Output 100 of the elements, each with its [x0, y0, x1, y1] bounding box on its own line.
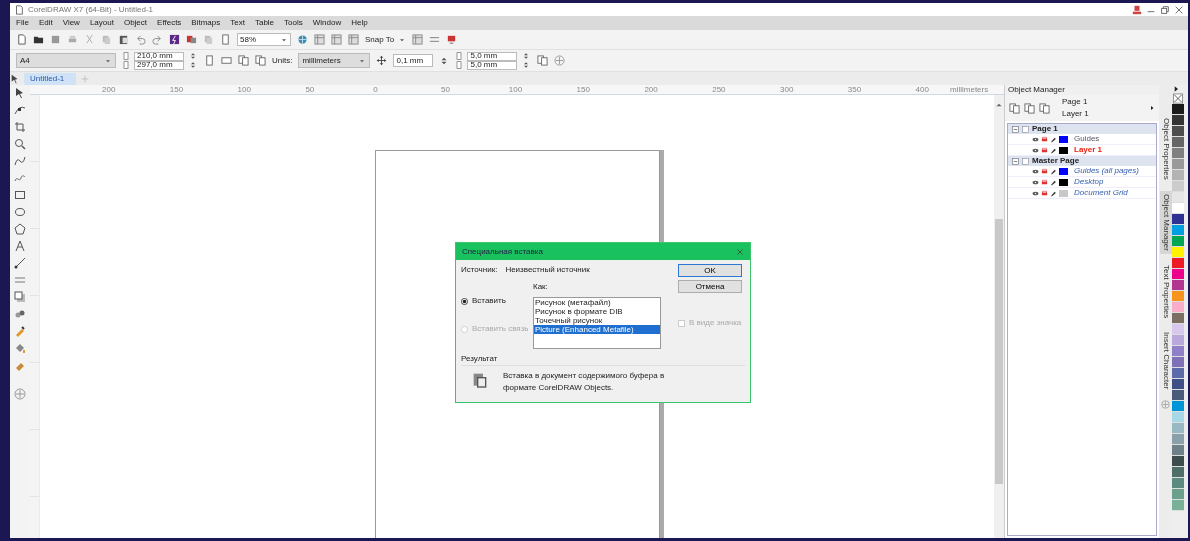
color-swatch[interactable]	[1172, 324, 1184, 335]
color-swatch[interactable]	[1172, 390, 1184, 401]
color-swatch[interactable]	[1172, 104, 1184, 115]
layer-label[interactable]: Guides	[1074, 133, 1100, 145]
color-swatch[interactable]	[1172, 500, 1184, 511]
color-swatch[interactable]	[1172, 126, 1184, 137]
list-item[interactable]: Рисунок (метафайл)	[534, 298, 660, 307]
duplicate-x-field[interactable]: 5,0 mm	[467, 51, 518, 61]
color-swatch[interactable]	[1172, 258, 1184, 269]
printer-icon[interactable]	[1041, 146, 1048, 154]
layer-icon[interactable]	[1009, 102, 1020, 114]
ok-button[interactable]: OK	[678, 264, 742, 277]
color-swatch[interactable]	[1172, 159, 1184, 170]
blend-icon[interactable]	[14, 308, 26, 320]
scrollbar-thumb[interactable]	[995, 219, 1003, 484]
ellipse-icon[interactable]	[14, 206, 26, 218]
landscape-icon[interactable]	[221, 55, 232, 66]
color-swatch[interactable]	[1172, 137, 1184, 148]
menu-item[interactable]: Help	[351, 17, 368, 29]
import-icon[interactable]	[186, 34, 197, 45]
color-swatch[interactable]	[1172, 412, 1184, 423]
menu-item[interactable]: Window	[312, 17, 342, 29]
radio-icon[interactable]	[461, 297, 468, 305]
collapse-icon[interactable]	[1012, 125, 1019, 133]
paste-icon[interactable]	[118, 34, 129, 45]
docker-tab[interactable]: Object Properties	[1159, 115, 1172, 183]
layer-label[interactable]: Document Grid	[1074, 187, 1128, 199]
color-swatch[interactable]	[1172, 247, 1184, 258]
add-icon[interactable]	[554, 55, 566, 66]
color-swatch[interactable]	[1172, 379, 1184, 390]
color-swatch[interactable]	[1172, 445, 1184, 456]
menu-item[interactable]: File	[16, 17, 29, 29]
close-icon[interactable]	[1174, 4, 1184, 15]
eyedropper-icon[interactable]	[14, 325, 26, 337]
visibility-eye-icon[interactable]	[1032, 178, 1039, 186]
printer-icon[interactable]	[1041, 135, 1048, 143]
color-swatch[interactable]	[1172, 148, 1184, 159]
document-tab[interactable]: Untitled-1	[24, 72, 77, 85]
rectangle-icon[interactable]	[14, 189, 26, 201]
menu-item[interactable]: Table	[254, 17, 275, 29]
page-width-field[interactable]: 210,0 mm	[134, 51, 184, 61]
curve-icon[interactable]	[14, 155, 26, 167]
list-item[interactable]: Picture (Enhanced Metafile)	[534, 325, 660, 334]
color-swatch[interactable]	[1172, 302, 1184, 313]
printer-icon[interactable]	[1041, 178, 1048, 186]
color-swatch[interactable]	[1172, 401, 1184, 412]
menu-item[interactable]: Object	[123, 17, 148, 29]
scroll-up-icon[interactable]	[995, 101, 1003, 109]
color-swatch[interactable]	[1172, 280, 1184, 291]
collapse-icon[interactable]	[1012, 157, 1019, 165]
lightning-icon[interactable]	[169, 34, 180, 45]
color-swatch[interactable]	[1172, 346, 1184, 357]
color-swatch[interactable]	[1172, 335, 1184, 346]
color-swatch[interactable]	[1172, 467, 1184, 478]
printer-icon[interactable]	[1041, 189, 1048, 197]
globe-icon[interactable]	[297, 34, 308, 45]
layer-label[interactable]: Layer 1	[1074, 144, 1103, 156]
docker-tab[interactable]: Insert Character	[1159, 329, 1172, 393]
fill-icon[interactable]	[14, 342, 26, 354]
save-icon[interactable]	[50, 34, 61, 45]
docker-tab[interactable]: Object Manager	[1159, 190, 1172, 254]
color-swatch[interactable]	[1172, 489, 1184, 500]
color-swatch[interactable]	[1172, 456, 1184, 467]
radio-option[interactable]: Вставить	[461, 295, 533, 307]
color-swatch[interactable]	[1172, 170, 1184, 181]
smart-drawing-icon[interactable]	[14, 172, 26, 184]
all-pages-icon[interactable]	[238, 55, 249, 66]
snap-to-button[interactable]: Snap To	[365, 33, 407, 46]
page-size-dropdown[interactable]: A4	[16, 53, 116, 68]
polygon-icon[interactable]	[14, 223, 26, 235]
color-swatch[interactable]	[1172, 181, 1184, 192]
list-item[interactable]: Точечный рисунок	[534, 316, 660, 325]
menu-item[interactable]: View	[62, 17, 80, 29]
visibility-eye-icon[interactable]	[1032, 189, 1039, 197]
flyout-arrow-icon[interactable]	[1149, 105, 1155, 111]
line-icon[interactable]	[14, 257, 26, 269]
pointer-icon[interactable]	[10, 73, 20, 84]
menu-item[interactable]: Bitmaps	[191, 17, 221, 29]
menu-item[interactable]: Edit	[38, 17, 53, 29]
color-swatch[interactable]	[1172, 225, 1184, 236]
open-folder-icon[interactable]	[33, 34, 44, 45]
visibility-eye-icon[interactable]	[1032, 146, 1039, 154]
list-item[interactable]: Рисунок в формате DIB	[534, 307, 660, 316]
menu-item[interactable]: Effects	[157, 17, 182, 29]
duplicate-y-field[interactable]: 5,0 mm	[467, 60, 518, 70]
format-list[interactable]: Рисунок (метафайл) Рисунок в формате DIB Точечный рисунок Picture (Enhanced Metafile)	[533, 297, 661, 349]
color-swatch[interactable]	[1172, 214, 1184, 225]
redo-icon[interactable]	[152, 34, 163, 45]
color-swatch[interactable]	[1172, 478, 1184, 489]
color-swatch[interactable]	[1172, 357, 1184, 368]
zoom-field[interactable]: 58%	[237, 33, 291, 46]
color-swatch[interactable]	[1172, 291, 1184, 302]
portrait-icon[interactable]	[204, 55, 215, 66]
visibility-eye-icon[interactable]	[1032, 135, 1039, 143]
menu-item[interactable]: Tools	[284, 17, 303, 29]
node-icon[interactable]	[14, 104, 26, 116]
menu-item[interactable]: Text	[230, 17, 245, 29]
visibility-eye-icon[interactable]	[1032, 167, 1039, 175]
color-swatch[interactable]	[1172, 192, 1184, 203]
page-height-field[interactable]: 297,0 mm	[134, 60, 184, 70]
